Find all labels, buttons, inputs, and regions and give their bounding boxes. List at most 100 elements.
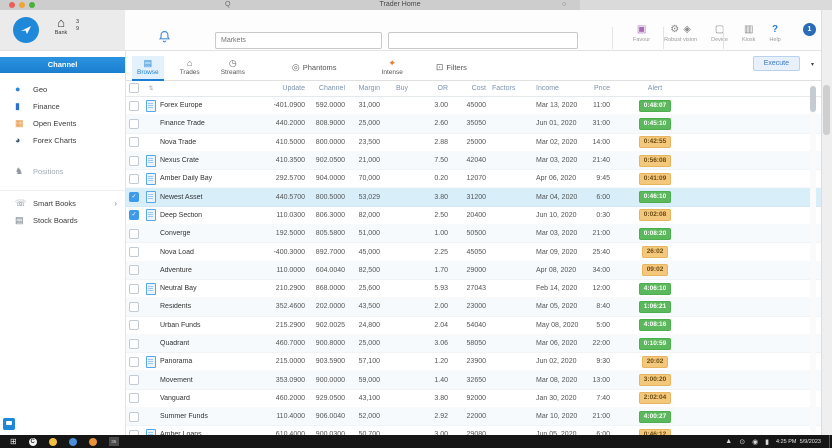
table-row[interactable]: Nova Trade 410.5000 800.0000 23,500 2.88 2500…: [126, 134, 822, 152]
select-all-checkbox[interactable]: [129, 83, 139, 93]
table-row[interactable]: Residents 352.4600 202.0000 43,500 2.00 23000…: [126, 298, 822, 317]
sidebar-item-open-events[interactable]: ▦ Open Events: [0, 115, 125, 132]
row-checkbox[interactable]: [129, 356, 139, 367]
app-orange-icon[interactable]: [88, 437, 97, 446]
table-row[interactable]: Movement 353.0900 900.0000 59,000 1.40 32650 M…: [126, 371, 822, 390]
close-window-icon[interactable]: [9, 2, 15, 8]
chrome-icon[interactable]: C: [28, 437, 37, 446]
table-row[interactable]: Forex Europe -401.0900 592.0000 31,000 3.00 4…: [126, 97, 822, 115]
column-header-income[interactable]: Income: [516, 85, 576, 92]
row-checkbox[interactable]: ✓: [129, 192, 139, 203]
table-row[interactable]: Amber Daily Bay 292.5700 904.0000 70,000 0.2…: [126, 170, 822, 188]
tab-browse[interactable]: ▤ Browse: [132, 56, 164, 81]
kiosk-button[interactable]: ▥ Kiosk: [742, 24, 755, 43]
window-scrollbar-thumb[interactable]: [823, 85, 830, 135]
filter-input[interactable]: [388, 32, 578, 49]
home-button[interactable]: ⌂ Bank: [50, 16, 72, 36]
table-row[interactable]: Adventure 110.0000 604.0040 82,500 1.70 29000…: [126, 261, 822, 280]
network-icon[interactable]: ⊙: [739, 438, 745, 446]
row-checkbox[interactable]: [129, 393, 139, 404]
browse-tab-icon: ▤: [143, 57, 153, 68]
column-header-cost[interactable]: Cost: [448, 85, 486, 92]
table-row[interactable]: Nova Load -400.3000 892.7000 45,000 2.25 4505…: [126, 243, 822, 261]
zoom-window-icon[interactable]: [29, 2, 35, 8]
column-header-buy[interactable]: Buy: [380, 85, 408, 92]
taskbar-tile[interactable]: 35: [108, 437, 119, 446]
table-row[interactable]: Summer Funds 110.4000 906.0040 52,000 2.92 22…: [126, 408, 822, 427]
minimize-window-icon[interactable]: [19, 2, 25, 8]
volume-icon[interactable]: ◉: [752, 438, 758, 446]
sidebar-item-smart-books[interactable]: ☏ Smart Books ›: [0, 195, 125, 212]
sidebar-active-item[interactable]: Channel: [0, 57, 125, 73]
row-checkbox[interactable]: [129, 265, 139, 276]
notification-badge[interactable]: 1: [803, 23, 816, 36]
row-checkbox[interactable]: [129, 283, 139, 294]
taskbar-clock[interactable]: 4:25 PM 5/9/2023: [776, 439, 821, 445]
row-checkbox[interactable]: [129, 137, 139, 148]
table-row[interactable]: Quadrant 460.7000 900.8000 25,000 3.06 58050 M…: [126, 334, 822, 354]
row-checkbox[interactable]: [129, 338, 139, 349]
table-row[interactable]: Amber Loans 610.4000 900.0300 50,700 3.00 290…: [126, 426, 822, 435]
row-checkbox[interactable]: [129, 301, 139, 312]
row-checkbox[interactable]: [129, 173, 139, 184]
table-row[interactable]: ✓ Deep Section 110.0300 806.3000 82,000 2.50 2…: [126, 207, 822, 225]
table-scrollbar[interactable]: [810, 84, 816, 432]
table-row[interactable]: ✓ Newest Asset 440.5700 800.5000 53,029 3.80 3…: [126, 188, 822, 207]
sidebar-item-stock-boards[interactable]: ▤ Stock Boards: [0, 212, 125, 229]
tab-trades[interactable]: ⌂ Trades: [175, 56, 205, 80]
table-row[interactable]: Panorama 215.0000 903.5900 57,100 1.20 23900 J…: [126, 353, 822, 371]
column-header-factors[interactable]: Factors: [486, 85, 516, 92]
cell-income: Jun 01, 2020: [536, 120, 577, 128]
execute-button[interactable]: Execute: [752, 56, 800, 71]
sort-icon[interactable]: ⇅: [142, 85, 160, 92]
tab-filters[interactable]: ⊡ Filters: [431, 56, 472, 80]
column-header-margin[interactable]: Margin: [345, 85, 380, 92]
bell-icon[interactable]: [158, 30, 171, 48]
app-logo-icon[interactable]: [13, 17, 39, 43]
sidebar-item-geo[interactable]: ● Geo: [0, 81, 125, 98]
column-header-alert[interactable]: Alert: [610, 85, 700, 92]
column-header-price[interactable]: Price: [576, 85, 610, 92]
sidebar-item-finance[interactable]: ▮ Finance: [0, 98, 125, 115]
vision-button[interactable]: ⚙ ◈ Robust vision: [664, 24, 697, 43]
start-button-icon[interactable]: ⊞: [10, 435, 17, 448]
tab-intense[interactable]: ✦ Intense: [377, 56, 408, 80]
battery-icon[interactable]: ▮: [765, 438, 769, 446]
row-checkbox[interactable]: [129, 100, 139, 111]
search-input[interactable]: [215, 32, 382, 49]
row-checkbox[interactable]: [129, 320, 139, 331]
tray-expand-icon[interactable]: ▲: [725, 438, 732, 445]
tab-label: Phantoms: [302, 62, 337, 72]
row-checkbox[interactable]: [129, 375, 139, 386]
table-row[interactable]: Nexus Crate 410.3500 902.0500 21,000 7.50 420…: [126, 151, 822, 171]
table-row[interactable]: Urban Funds 215.2900 902.0025 24,800 2.04 540…: [126, 317, 822, 335]
tab-streams[interactable]: ◷ Streams: [216, 56, 250, 80]
column-header-channel[interactable]: Channel: [305, 85, 345, 92]
row-checkbox[interactable]: ✓: [129, 210, 139, 221]
table-row[interactable]: Vanguard 460.2000 929.0500 43,100 3.80 92000 J…: [126, 390, 822, 408]
row-checkbox[interactable]: [129, 155, 139, 166]
window-scrollbar[interactable]: [821, 10, 832, 435]
table-row[interactable]: Finance Trade 440.2000 808.9000 25,000 2.60 3…: [126, 115, 822, 134]
device-button[interactable]: ▢ Device: [711, 24, 728, 43]
sidebar-item-forex-charts[interactable]: ◕ Forex Charts: [0, 132, 125, 149]
table-row[interactable]: Converge 192.5000 805.5800 51,000 1.00 50500 M…: [126, 225, 822, 244]
action-label: Device: [711, 37, 728, 43]
row-checkbox[interactable]: [129, 411, 139, 422]
row-checkbox[interactable]: [129, 118, 139, 129]
chevron-down-icon[interactable]: ▾: [811, 61, 814, 68]
row-checkbox[interactable]: [129, 247, 139, 258]
column-header-update[interactable]: Update: [260, 85, 305, 92]
table-row[interactable]: Neutral Bay 210.2900 868.0000 25,600 5.93 270…: [126, 280, 822, 298]
tab-phantoms[interactable]: ◎ Phantoms: [287, 56, 342, 80]
fav-button[interactable]: ▣ Favour: [633, 24, 650, 43]
pin-icon[interactable]: ○: [562, 0, 566, 10]
help-button[interactable]: ? Help: [769, 24, 780, 43]
row-checkbox[interactable]: [129, 228, 139, 239]
table-scrollbar-thumb[interactable]: [810, 86, 816, 112]
app-yellow-icon[interactable]: [48, 437, 57, 446]
sidebar-section-label: Positions: [33, 167, 64, 176]
column-header-or[interactable]: OR: [408, 85, 449, 92]
app-blue-icon[interactable]: [68, 437, 77, 446]
chat-bubble-icon[interactable]: [3, 418, 15, 430]
